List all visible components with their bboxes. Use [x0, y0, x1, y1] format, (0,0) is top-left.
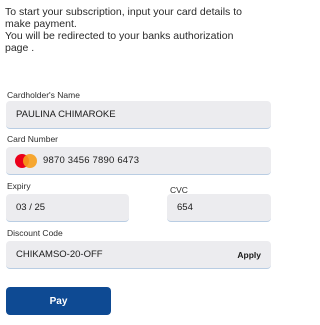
expiry-label: Expiry	[7, 181, 31, 191]
discount-code-field[interactable]: CHIKAMSO-20-OFF Apply	[6, 241, 271, 269]
discount-code-value: CHIKAMSO-20-OFF	[16, 249, 103, 260]
apply-discount-button[interactable]: Apply	[237, 241, 261, 268]
intro-text: To start your subscription, input your c…	[5, 6, 273, 54]
intro-line-2: make payment.	[5, 18, 77, 30]
card-number-label: Card Number	[7, 134, 59, 144]
cvc-field[interactable]: 654	[167, 194, 271, 222]
intro-line-1: To start your subscription, input your c…	[5, 6, 242, 18]
cardholder-name-value: PAULINA CHIMAROKE	[16, 109, 116, 120]
pay-button[interactable]: Pay	[6, 287, 111, 315]
cardholder-name-field[interactable]: PAULINA CHIMAROKE	[6, 101, 271, 129]
payment-form-page: To start your subscription, input your c…	[0, 0, 275, 325]
expiry-value: 03 / 25	[16, 202, 46, 213]
intro-line-4: page .	[5, 42, 35, 54]
expiry-field[interactable]: 03 / 25	[6, 194, 129, 222]
card-number-value: 9870 3456 7890 6473	[43, 155, 140, 166]
card-number-field[interactable]: 9870 3456 7890 6473	[6, 147, 271, 175]
mastercard-icon	[15, 153, 37, 168]
cardholder-name-label: Cardholder's Name	[7, 90, 80, 100]
discount-code-label: Discount Code	[7, 228, 63, 238]
cvc-value: 654	[177, 202, 193, 213]
intro-line-3: You will be redirected to your banks aut…	[5, 30, 234, 42]
